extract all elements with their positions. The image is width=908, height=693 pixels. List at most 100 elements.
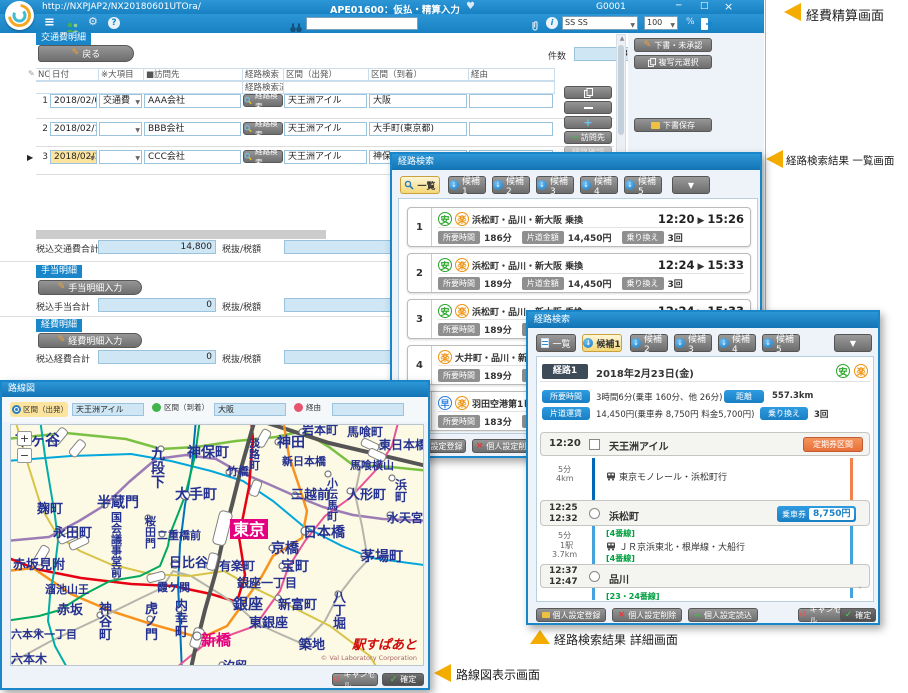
station-label[interactable]: 小伝馬町 (326, 476, 338, 523)
expense-input-button[interactable]: ✎ 経費明細入力 (38, 333, 142, 348)
visit-list-button[interactable]: ➜ 訪問先 (564, 131, 612, 144)
station-label[interactable]: 霞ケ関 (157, 581, 190, 594)
binoculars-icon[interactable] (290, 18, 302, 37)
station-label[interactable]: 東銀座 (249, 615, 288, 631)
attach-icon[interactable] (530, 17, 540, 36)
station-label[interactable]: 六本木 (11, 651, 48, 666)
station-label[interactable]: 神谷町 (99, 601, 113, 643)
draft-unapproved-button[interactable]: ✎ 下書・未承認 (634, 38, 712, 52)
from-field[interactable]: 天王洲アイル (284, 122, 367, 136)
station-label[interactable]: 麹町 (36, 501, 63, 517)
station-label[interactable]: 九段下 (150, 447, 165, 491)
station-label[interactable]: 茅場町 (361, 548, 403, 565)
station-label[interactable]: 銀座 (233, 595, 263, 613)
visit-field[interactable]: BBB会社 (144, 122, 241, 136)
scroll-thumb[interactable] (618, 45, 624, 135)
tab-candidate-3[interactable]: ↓候補3 (674, 334, 712, 352)
station-label[interactable]: 浜町 (395, 477, 407, 504)
user-select[interactable]: SS SS ▼ (562, 16, 638, 30)
via-radio[interactable]: 経由 (294, 402, 321, 413)
station-label[interactable]: 赤坂 (57, 602, 84, 618)
visit-field[interactable]: AAA会社 (144, 94, 241, 108)
tab-candidate-1[interactable]: ↓候補1 (448, 176, 486, 194)
station-label[interactable]: 有楽町 (219, 558, 255, 573)
date-field[interactable]: 2018/02/05 (50, 94, 97, 108)
info-icon[interactable]: i (546, 17, 558, 29)
to-field[interactable]: 大阪 (214, 403, 286, 416)
station-label[interactable]: 国会議事堂前 (111, 511, 123, 579)
from-field[interactable]: 天王洲アイル (72, 403, 144, 416)
route-search-button[interactable]: 経路検索 (243, 150, 283, 163)
map-zoom-in-button[interactable]: + (17, 431, 32, 446)
pass-section-button[interactable]: 定期券区間 (803, 437, 863, 452)
timeline-station-1[interactable]: 12:20 天王洲アイル 定期券区間 (540, 432, 870, 456)
station-label[interactable]: 築地 (298, 637, 325, 653)
add-row-button[interactable]: + (564, 116, 612, 129)
station-label[interactable]: 宝町 (281, 558, 309, 575)
quick-search-input[interactable] (306, 17, 418, 30)
category-select[interactable]: 交通費▼ (99, 94, 142, 108)
station-label[interactable]: 竹橋 (226, 464, 250, 478)
station-label[interactable]: 銀座一丁目 (236, 575, 297, 590)
save-draft-button[interactable]: 下書保存 (634, 118, 712, 132)
tab-candidate-5[interactable]: ↓候補5 (624, 176, 662, 194)
scroll-down-icon[interactable]: ˅ (858, 586, 862, 595)
from-field[interactable]: 天王洲アイル (284, 150, 367, 164)
category-select[interactable]: ▼ (99, 122, 142, 136)
maximize-icon[interactable]: □ (700, 1, 709, 11)
scroll-up-icon[interactable]: ▲ (618, 35, 626, 42)
station-label[interactable]: 神田 (277, 434, 305, 451)
timeline-station-2[interactable]: 12:25 12:32 浜松町 乗車券 8,750円 (540, 500, 870, 526)
station-label[interactable]: 永田町 (52, 525, 92, 541)
station-label[interactable]: 日比谷 (169, 555, 209, 571)
minimize-icon[interactable]: ─ (676, 1, 681, 11)
station-label[interactable]: 二重橋前 (157, 528, 201, 542)
zoom-select[interactable]: 100 ▼ (644, 16, 678, 30)
allowance-input-button[interactable]: ✎ 手当明細入力 (38, 280, 142, 295)
station-label[interactable]: 馬喰横山 (350, 458, 394, 472)
station-label[interactable]: 八丁堀 (332, 591, 347, 632)
back-button[interactable]: ✎ 戻る (38, 45, 134, 62)
date-field[interactable]: 2018/02/19▼ (50, 150, 97, 164)
route-result-item[interactable]: 2安楽浜松町・品川・新大阪 乗換12:2415:33所要時間189分片道金額14… (407, 253, 751, 293)
tab-candidate-4[interactable]: ↓候補4 (580, 176, 618, 194)
station-label[interactable]: 新富町 (278, 597, 317, 613)
copy-source-button[interactable]: 複写元選択 (634, 55, 712, 69)
more-tab-button[interactable]: ▼ (672, 176, 710, 194)
via-field[interactable] (469, 122, 553, 136)
tab-candidate-3[interactable]: ↓候補3 (536, 176, 574, 194)
station-label[interactable]: 日本橋 (303, 524, 346, 541)
personal-delete-button[interactable]: × 個人設定削除 (612, 608, 682, 622)
visit-field[interactable]: CCC会社 (144, 150, 241, 164)
settings-icon[interactable]: ⚙ (88, 15, 98, 28)
heart-icon[interactable]: ♥ (466, 1, 475, 12)
map-cancel-button[interactable]: ↺ キャンセル (332, 673, 378, 686)
tab-candidate-4[interactable]: ↓候補4 (718, 334, 756, 352)
station-label[interactable]: 三越前 (291, 487, 330, 503)
station-label[interactable]: 新橋 (201, 631, 232, 649)
station-label[interactable]: 大手町 (175, 486, 217, 503)
to-field[interactable]: 大阪 (369, 94, 467, 108)
route-result-item[interactable]: 1安楽浜松町・品川・新大阪 乗換12:2015:26所要時間186分片道金額14… (407, 207, 751, 247)
timeline-station-3[interactable]: 12:37 12:47 品川 (540, 564, 870, 588)
station-label[interactable]: 溜池山王 (45, 582, 89, 596)
map-confirm-button[interactable]: ✓ 確定 (382, 673, 424, 686)
close-icon[interactable]: × (724, 0, 733, 13)
remove-row-button[interactable] (564, 101, 612, 114)
station-label[interactable]: 馬喰町 (347, 425, 383, 439)
station-label[interactable]: 岩本町 (301, 425, 338, 437)
station-label[interactable]: 東日本橋 (379, 437, 424, 452)
more-tab-button[interactable]: ▼ (834, 334, 872, 352)
station-checkbox[interactable] (589, 439, 600, 450)
station-label[interactable]: 半蔵門 (97, 494, 139, 511)
station-label[interactable]: 人形町 (347, 487, 386, 503)
station-label[interactable]: 内幸町 (175, 598, 188, 640)
station-label[interactable]: 桜田門 (145, 514, 156, 550)
to-radio[interactable]: 区間（到着） (152, 402, 209, 413)
tab-list[interactable]: 一覧 (400, 176, 440, 194)
from-field[interactable]: 天王洲アイル (284, 94, 367, 108)
station-label[interactable]: 虎ノ門 (145, 601, 158, 643)
station-label[interactable]: 神保町 (187, 444, 229, 461)
tab-candidate-5[interactable]: ↓候補5 (762, 334, 800, 352)
confirm-button[interactable]: ✓ 確定 (840, 608, 876, 622)
